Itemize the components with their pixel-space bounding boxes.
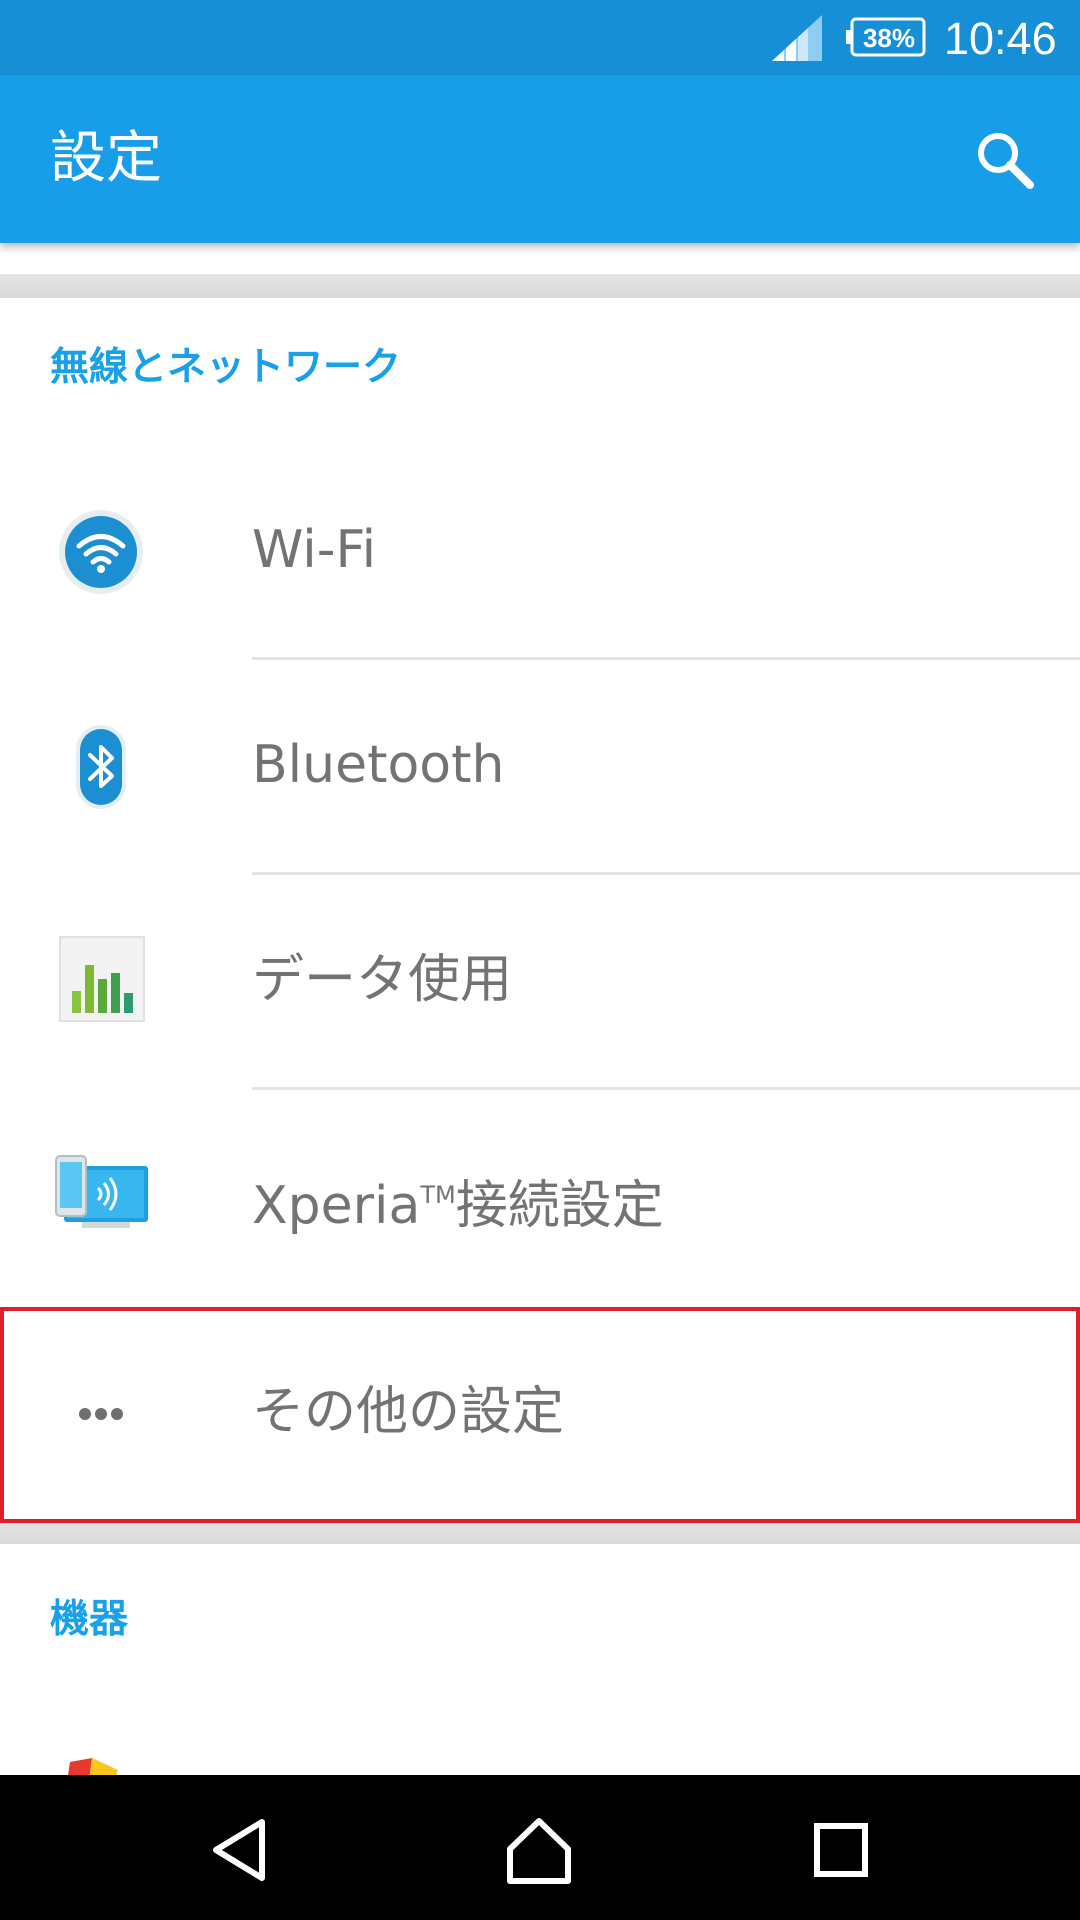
settings-item-bluetooth[interactable]: Bluetooth	[0, 660, 1080, 875]
settings-item-label: その他の設定	[252, 1382, 565, 1442]
section-header-wireless: 無線とネットワーク	[50, 345, 402, 390]
section-separator	[0, 1520, 1080, 1544]
settings-item-label: データ使用	[252, 950, 513, 1010]
settings-item-xperia-connectivity[interactable]: XperiaTM接続設定	[0, 1090, 1080, 1305]
page-title: 設定	[50, 126, 162, 191]
app-bar: 設定	[0, 75, 1080, 243]
settings-item-label: XperiaTM接続設定	[252, 1160, 664, 1241]
settings-item-label: Bluetooth	[252, 735, 505, 795]
section-separator	[0, 274, 1080, 298]
battery-percentage: 38%	[862, 23, 916, 53]
recents-icon[interactable]	[796, 1805, 886, 1895]
navigation-bar	[0, 1775, 1080, 1920]
search-icon[interactable]	[972, 127, 1038, 193]
section-header-device: 機器	[50, 1597, 129, 1642]
signal-icon	[772, 15, 822, 61]
clock: 10:46	[944, 13, 1057, 64]
settings-item-wifi[interactable]: Wi-Fi	[0, 445, 1080, 660]
settings-item-more[interactable]: その他の設定	[0, 1307, 1080, 1522]
settings-item-label: Wi-Fi	[252, 520, 377, 580]
status-bar: 38% 10:46	[0, 0, 1080, 75]
wifi-icon	[59, 510, 143, 594]
back-icon[interactable]	[196, 1805, 286, 1895]
more-icon	[79, 1408, 123, 1420]
settings-item-data-usage[interactable]: データ使用	[0, 875, 1080, 1090]
data-usage-icon	[59, 936, 145, 1022]
xperia-connectivity-icon	[55, 1155, 148, 1228]
home-icon[interactable]	[494, 1805, 584, 1895]
label-main: Xperia	[252, 1176, 421, 1236]
label-rest: 接続設定	[455, 1176, 664, 1236]
settings-screen: 38% 10:46 設定 無線とネットワーク Wi-Fi Bluetooth デ…	[0, 0, 1080, 1920]
bluetooth-icon	[76, 725, 126, 809]
trademark-mark: TM	[420, 1181, 456, 1209]
